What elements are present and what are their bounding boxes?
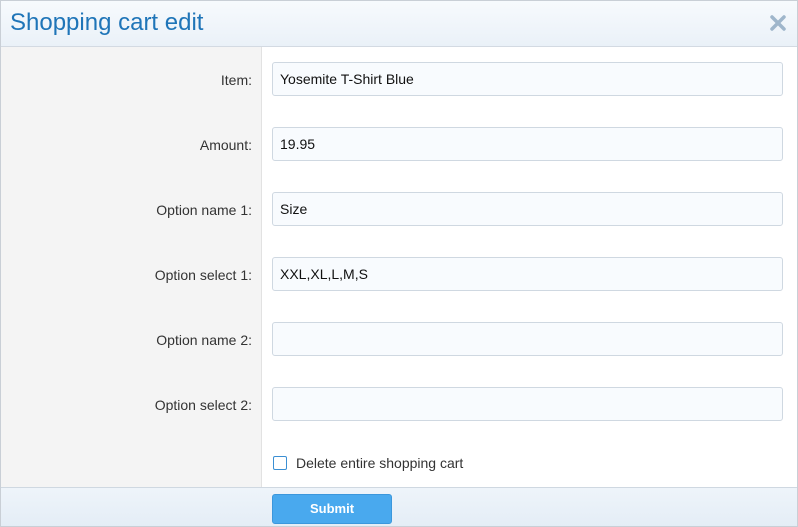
dialog-footer: Submit — [1, 487, 797, 526]
submit-button[interactable]: Submit — [272, 494, 392, 524]
option-select-2-input[interactable] — [272, 387, 783, 421]
option-name-2-input[interactable] — [272, 322, 783, 356]
dialog-body: Item: Amount: Option name 1: Option sele… — [1, 47, 797, 487]
item-label: Item: — [220, 72, 252, 88]
option-select-1-input[interactable] — [272, 257, 783, 291]
shopping-cart-edit-dialog: Shopping cart edit Item: Amount: Option … — [0, 0, 798, 527]
amount-input[interactable] — [272, 127, 783, 161]
dialog-title: Shopping cart edit — [10, 9, 204, 36]
delete-cart-checkbox[interactable] — [273, 456, 287, 470]
option-name-1-label: Option name 1: — [156, 202, 252, 218]
amount-label: Amount: — [199, 137, 252, 153]
item-input[interactable] — [272, 62, 783, 96]
delete-cart-label: Delete entire shopping cart — [296, 455, 464, 471]
option-select-2-label: Option select 2: — [154, 397, 252, 413]
option-name-1-input[interactable] — [272, 192, 783, 226]
option-select-1-label: Option select 1: — [154, 267, 252, 283]
dialog-titlebar: Shopping cart edit — [1, 1, 797, 47]
option-name-2-label: Option name 2: — [156, 332, 252, 348]
delete-cart-checkbox-row[interactable]: Delete entire shopping cart — [273, 453, 463, 473]
close-icon[interactable] — [768, 13, 788, 33]
